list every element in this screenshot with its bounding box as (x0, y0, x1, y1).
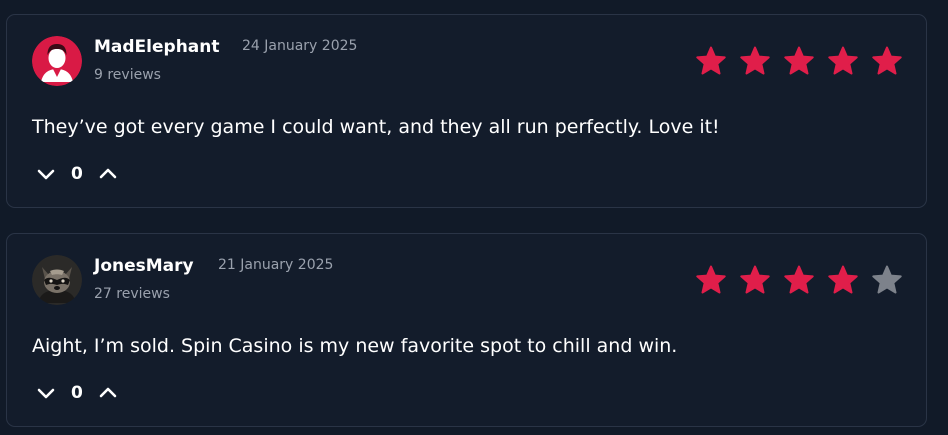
review-date: 24 January 2025 (242, 38, 358, 54)
vote-count: 0 (71, 383, 83, 403)
review-card: MadElephant 24 January 2025 9 reviews Th… (6, 14, 927, 208)
star-empty-icon (872, 265, 902, 294)
star-filled-icon (784, 46, 814, 75)
review-text: Aight, I’m sold. Spin Casino is my new f… (32, 335, 678, 357)
vote-controls: 0 (35, 382, 119, 404)
reviewer-review-count: 9 reviews (94, 67, 161, 83)
star-filled-icon (740, 46, 770, 75)
review-text: They’ve got every game I could want, and… (32, 116, 720, 138)
star-filled-icon (828, 46, 858, 75)
chevron-up-icon[interactable] (97, 382, 119, 404)
chevron-down-icon[interactable] (35, 163, 57, 185)
rating-stars (696, 46, 902, 76)
reviewer-name[interactable]: MadElephant (94, 37, 220, 57)
raccoon-avatar-icon (32, 255, 82, 305)
rating-stars (696, 265, 902, 295)
star-filled-icon (872, 46, 902, 75)
vote-controls: 0 (35, 163, 119, 185)
vote-count: 0 (71, 164, 83, 184)
star-filled-icon (740, 265, 770, 294)
chevron-down-icon[interactable] (35, 382, 57, 404)
review-date: 21 January 2025 (218, 257, 334, 273)
person-avatar-icon (32, 36, 82, 86)
star-filled-icon (696, 265, 726, 294)
reviewer-review-count: 27 reviews (94, 286, 170, 302)
chevron-up-icon[interactable] (97, 163, 119, 185)
reviewer-name[interactable]: JonesMary (94, 256, 194, 276)
star-filled-icon (828, 265, 858, 294)
star-filled-icon (784, 265, 814, 294)
review-card: JonesMary 21 January 2025 27 reviews Aig… (6, 233, 927, 427)
star-filled-icon (696, 46, 726, 75)
